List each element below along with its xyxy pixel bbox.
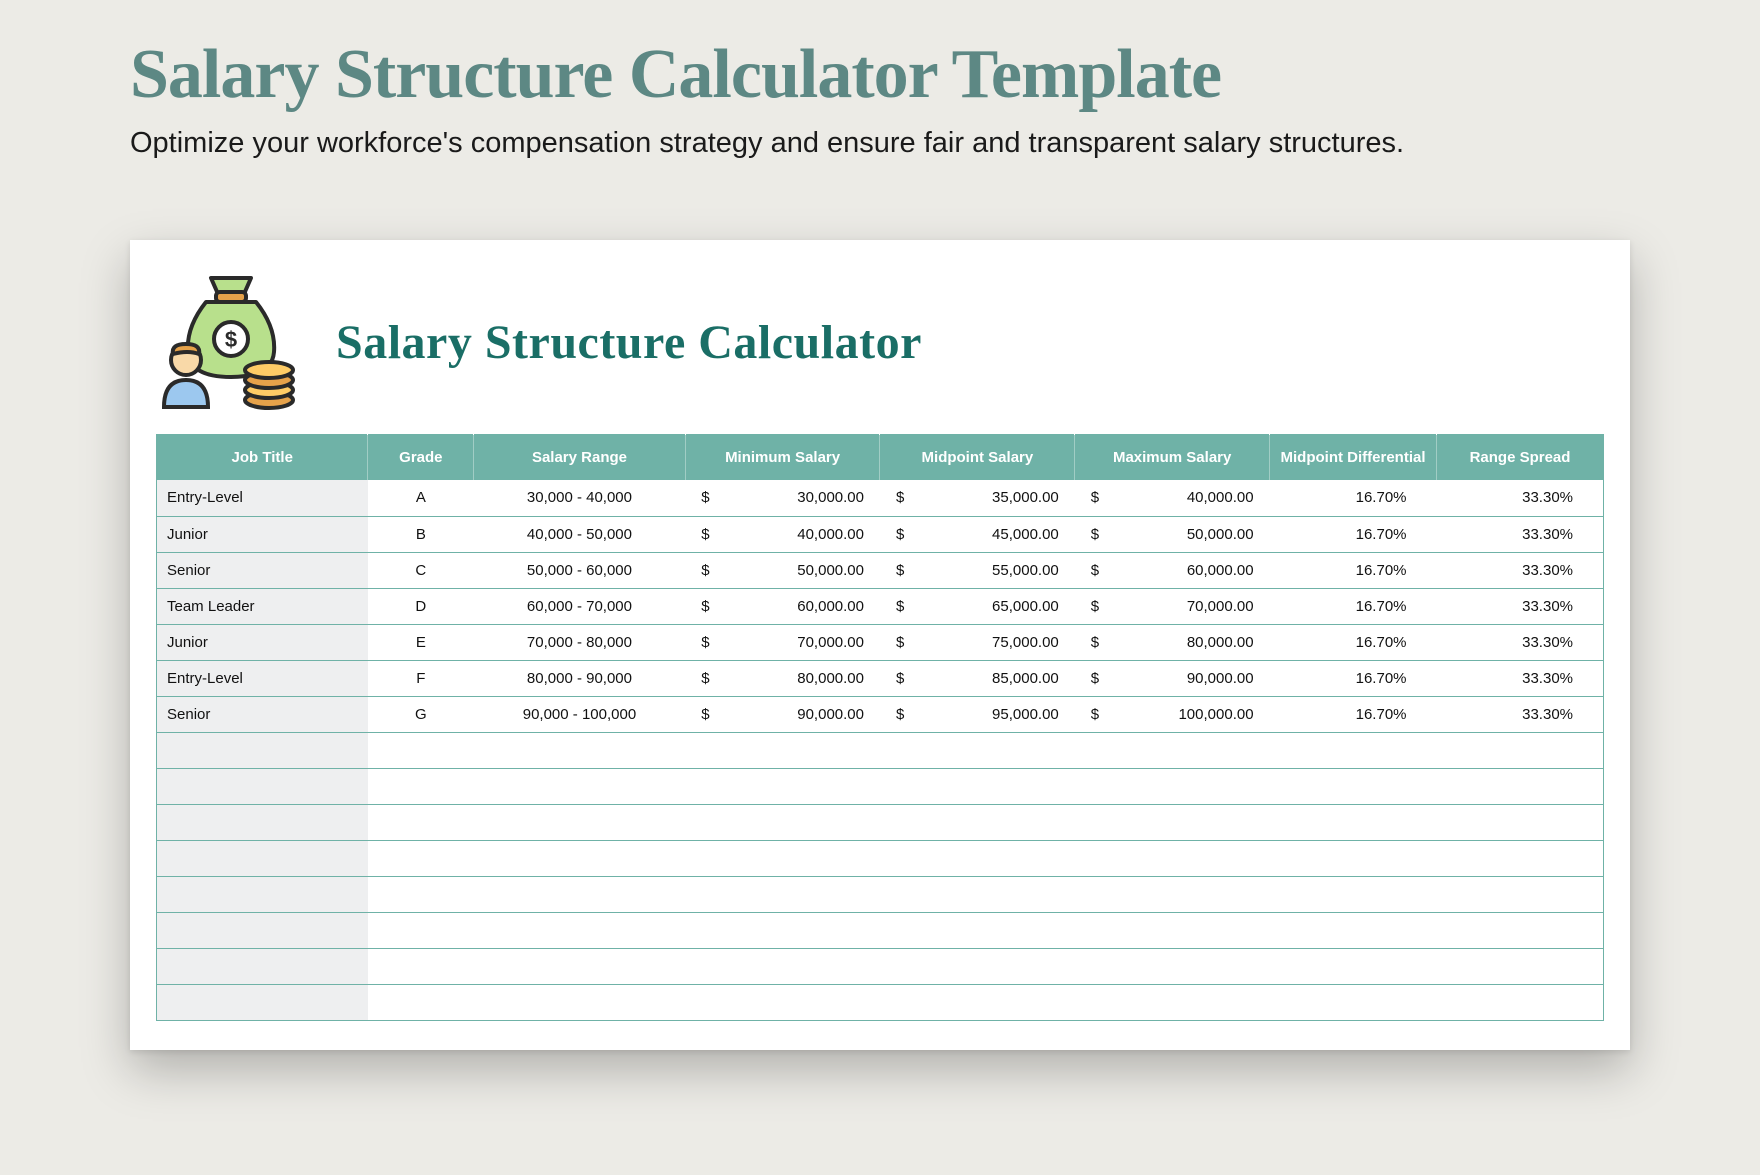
cell-range: 80,000 - 90,000 xyxy=(474,660,685,696)
cell-max: $80,000.00 xyxy=(1075,624,1270,660)
col-header-2: Salary Range xyxy=(474,435,685,481)
cell-diff: 16.70% xyxy=(1270,552,1437,588)
col-header-3: Minimum Salary xyxy=(685,435,880,481)
cell-min: $60,000.00 xyxy=(685,588,880,624)
table-row: Entry-LevelF80,000 - 90,000$80,000.00$85… xyxy=(157,660,1604,696)
cell-diff: 16.70% xyxy=(1270,696,1437,732)
cell-diff: 16.70% xyxy=(1270,480,1437,516)
col-header-6: Midpoint Differential xyxy=(1270,435,1437,481)
table-row-empty xyxy=(157,840,1604,876)
cell-job: Team Leader xyxy=(157,588,368,624)
cell-mid: $75,000.00 xyxy=(880,624,1075,660)
cell-grade: F xyxy=(368,660,474,696)
col-header-5: Maximum Salary xyxy=(1075,435,1270,481)
cell-grade: G xyxy=(368,696,474,732)
cell-grade: A xyxy=(368,480,474,516)
table-row-empty xyxy=(157,876,1604,912)
cell-mid: $95,000.00 xyxy=(880,696,1075,732)
table-row-empty xyxy=(157,912,1604,948)
cell-min: $30,000.00 xyxy=(685,480,880,516)
cell-spread: 33.30% xyxy=(1437,480,1604,516)
cell-spread: 33.30% xyxy=(1437,552,1604,588)
cell-job: Entry-Level xyxy=(157,480,368,516)
table-row: Team LeaderD60,000 - 70,000$60,000.00$65… xyxy=(157,588,1604,624)
cell-job: Junior xyxy=(157,516,368,552)
cell-max: $100,000.00 xyxy=(1075,696,1270,732)
cell-min: $40,000.00 xyxy=(685,516,880,552)
cell-mid: $55,000.00 xyxy=(880,552,1075,588)
cell-diff: 16.70% xyxy=(1270,516,1437,552)
table-row: JuniorB40,000 - 50,000$40,000.00$45,000.… xyxy=(157,516,1604,552)
cell-diff: 16.70% xyxy=(1270,588,1437,624)
cell-mid: $65,000.00 xyxy=(880,588,1075,624)
cell-spread: 33.30% xyxy=(1437,588,1604,624)
cell-min: $90,000.00 xyxy=(685,696,880,732)
cell-spread: 33.30% xyxy=(1437,696,1604,732)
cell-min: $80,000.00 xyxy=(685,660,880,696)
cell-max: $60,000.00 xyxy=(1075,552,1270,588)
cell-min: $50,000.00 xyxy=(685,552,880,588)
cell-spread: 33.30% xyxy=(1437,516,1604,552)
cell-mid: $85,000.00 xyxy=(880,660,1075,696)
cell-spread: 33.30% xyxy=(1437,660,1604,696)
spreadsheet-card: $ Salary Structure Calculator Job TitleG… xyxy=(130,240,1630,1050)
col-header-7: Range Spread xyxy=(1437,435,1604,481)
page-subtitle: Optimize your workforce's compensation s… xyxy=(130,127,1760,160)
cell-mid: $35,000.00 xyxy=(880,480,1075,516)
col-header-0: Job Title xyxy=(157,435,368,481)
table-row-empty xyxy=(157,804,1604,840)
salary-table: Job TitleGradeSalary RangeMinimum Salary… xyxy=(156,434,1604,1021)
cell-range: 40,000 - 50,000 xyxy=(474,516,685,552)
cell-grade: C xyxy=(368,552,474,588)
page-title: Salary Structure Calculator Template xyxy=(130,35,1760,115)
cell-mid: $45,000.00 xyxy=(880,516,1075,552)
table-row: JuniorE70,000 - 80,000$70,000.00$75,000.… xyxy=(157,624,1604,660)
cell-diff: 16.70% xyxy=(1270,624,1437,660)
col-header-4: Midpoint Salary xyxy=(880,435,1075,481)
table-header-row: Job TitleGradeSalary RangeMinimum Salary… xyxy=(157,435,1604,481)
cell-job: Junior xyxy=(157,624,368,660)
cell-range: 30,000 - 40,000 xyxy=(474,480,685,516)
table-row-empty xyxy=(157,732,1604,768)
table-row-empty xyxy=(157,948,1604,984)
cell-min: $70,000.00 xyxy=(685,624,880,660)
table-row: SeniorG90,000 - 100,000$90,000.00$95,000… xyxy=(157,696,1604,732)
card-header: $ Salary Structure Calculator xyxy=(130,240,1630,434)
cell-range: 90,000 - 100,000 xyxy=(474,696,685,732)
cell-range: 70,000 - 80,000 xyxy=(474,624,685,660)
cell-grade: E xyxy=(368,624,474,660)
cell-range: 60,000 - 70,000 xyxy=(474,588,685,624)
cell-max: $70,000.00 xyxy=(1075,588,1270,624)
cell-job: Senior xyxy=(157,552,368,588)
cell-range: 50,000 - 60,000 xyxy=(474,552,685,588)
cell-grade: D xyxy=(368,588,474,624)
svg-text:$: $ xyxy=(225,327,237,352)
table-row: Entry-LevelA30,000 - 40,000$30,000.00$35… xyxy=(157,480,1604,516)
table-row: SeniorC50,000 - 60,000$50,000.00$55,000.… xyxy=(157,552,1604,588)
col-header-1: Grade xyxy=(368,435,474,481)
cell-max: $90,000.00 xyxy=(1075,660,1270,696)
cell-max: $40,000.00 xyxy=(1075,480,1270,516)
table-row-empty xyxy=(157,768,1604,804)
card-title: Salary Structure Calculator xyxy=(336,315,922,370)
table-row-empty xyxy=(157,984,1604,1020)
cell-job: Entry-Level xyxy=(157,660,368,696)
cell-diff: 16.70% xyxy=(1270,660,1437,696)
money-bag-person-icon: $ xyxy=(156,272,306,412)
cell-job: Senior xyxy=(157,696,368,732)
cell-max: $50,000.00 xyxy=(1075,516,1270,552)
cell-grade: B xyxy=(368,516,474,552)
cell-spread: 33.30% xyxy=(1437,624,1604,660)
